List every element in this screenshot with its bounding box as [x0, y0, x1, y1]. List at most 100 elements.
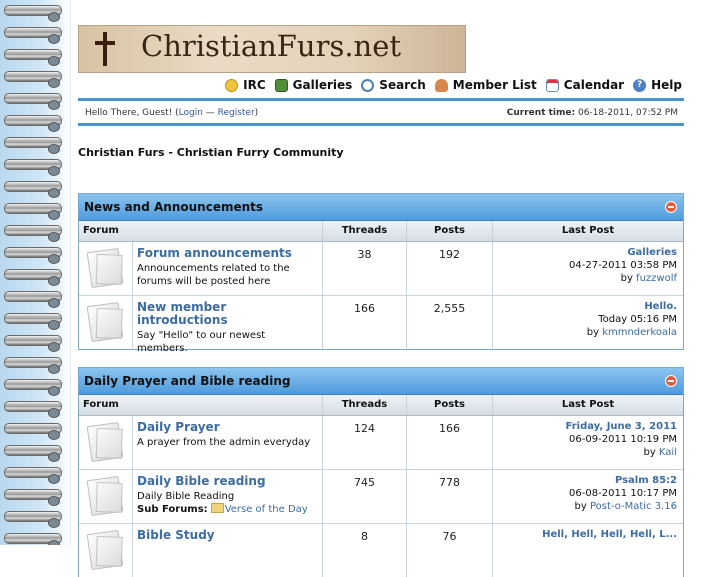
- nav-label: Help: [651, 78, 682, 92]
- last-post-title[interactable]: Hello.: [493, 300, 677, 313]
- greeting-text: Hello There, Guest! (: [85, 108, 179, 118]
- forum-icon-cell: [79, 416, 133, 469]
- subforums-label: Sub Forums:: [137, 504, 208, 515]
- nav-label: Member List: [452, 78, 537, 92]
- last-post-title[interactable]: Hell, Hell, Hell, Hell, L...: [493, 528, 677, 541]
- forum-icon-cell: [79, 296, 133, 349]
- forum-description: Say "Hello" to our newest members.: [137, 330, 266, 354]
- forum-info: Forum announcements Announcements relate…: [133, 242, 322, 295]
- nav-calendar[interactable]: Calendar: [545, 78, 625, 92]
- binding-ring: [4, 442, 62, 462]
- binding-ring: [4, 222, 62, 242]
- time-value: 06-18-2011, 07:52 PM: [575, 108, 678, 118]
- category-header[interactable]: Daily Prayer and Bible reading: [79, 368, 683, 395]
- forum-link[interactable]: Forum announcements: [137, 247, 318, 260]
- last-post-user[interactable]: Kail: [659, 447, 677, 458]
- binding-ring: [4, 354, 62, 374]
- community-title: Christian Furs - Christian Furry Communi…: [78, 146, 344, 159]
- last-post: Friday, June 3, 2011 06-09-2011 10:19 PM…: [492, 416, 683, 469]
- forum-info: New member introductions Say "Hello" to …: [133, 296, 322, 355]
- forum-row: Forum announcements Announcements relate…: [79, 242, 683, 296]
- nav-galleries[interactable]: Galleries: [274, 78, 353, 92]
- category-news-announcements: News and Announcements Forum Threads Pos…: [78, 193, 684, 355]
- forum-description: A prayer from the admin everyday: [137, 437, 311, 448]
- by-label: by: [620, 273, 637, 284]
- logo-text: ChristianFurs.net: [141, 29, 402, 63]
- forum-info: Daily Prayer A prayer from the admin eve…: [133, 416, 322, 469]
- post-count: 76: [406, 524, 492, 577]
- last-post-date: Today 05:16 PM: [598, 314, 677, 325]
- gallery-icon: [274, 78, 288, 92]
- binding-ring: [4, 46, 62, 66]
- by-label: by: [586, 327, 603, 338]
- col-forum: Forum: [83, 225, 119, 236]
- binding-ring: [4, 24, 62, 44]
- forum-row: Daily Prayer A prayer from the admin eve…: [79, 416, 683, 470]
- last-post-user[interactable]: kmmnderkoala: [602, 327, 677, 338]
- binding-ring: [4, 134, 62, 154]
- binding-ring: [4, 508, 62, 528]
- forum-info: Bible Study: [133, 524, 322, 577]
- forum-description: Announcements related to the forums will…: [137, 263, 290, 287]
- thread-count: 166: [322, 296, 406, 349]
- binding-ring: [4, 266, 62, 286]
- post-count: 166: [406, 416, 492, 469]
- nav-help[interactable]: ? Help: [633, 78, 682, 92]
- last-post-date: 06-09-2011 10:19 PM: [569, 434, 677, 445]
- forum-link[interactable]: New member introductions: [137, 301, 318, 327]
- top-navigation: IRC Galleries Search Member List Calenda…: [216, 77, 682, 93]
- nav-member-list[interactable]: Member List: [434, 78, 537, 92]
- forum-icon-cell: [79, 470, 133, 523]
- thread-count: 745: [322, 470, 406, 523]
- nav-irc[interactable]: IRC: [225, 78, 266, 92]
- forum-status-icon: [86, 529, 124, 571]
- user-welcome-bar: Hello There, Guest! (Login — Register) C…: [78, 98, 684, 126]
- guest-greeting: Hello There, Guest! (Login — Register): [85, 108, 258, 118]
- forum-link[interactable]: Daily Prayer: [137, 421, 318, 434]
- nav-search[interactable]: Search: [361, 78, 426, 92]
- last-post-user[interactable]: Post-o-Matic 3.16: [590, 501, 677, 512]
- category-header[interactable]: News and Announcements: [79, 194, 683, 221]
- forum-status-icon: [86, 421, 124, 463]
- last-post: Hell, Hell, Hell, Hell, L...: [492, 524, 683, 577]
- calendar-icon: [545, 78, 559, 92]
- last-post-title[interactable]: Friday, June 3, 2011: [493, 420, 677, 433]
- nav-label: Galleries: [292, 78, 353, 92]
- binding-ring: [4, 486, 62, 506]
- forum-icon-cell: [79, 524, 133, 577]
- subforum-link[interactable]: Verse of the Day: [225, 504, 308, 515]
- register-link[interactable]: Register: [218, 108, 255, 118]
- forum-icon-cell: [79, 242, 133, 295]
- column-headers: Forum Threads Posts Last Post: [79, 395, 683, 416]
- collapse-icon[interactable]: [665, 375, 677, 387]
- members-icon: [434, 78, 448, 92]
- separator: —: [202, 108, 218, 118]
- notebook-binding: [0, 0, 71, 545]
- category-title: Daily Prayer and Bible reading: [84, 374, 291, 388]
- last-post: Galleries 04-27-2011 03:58 PM by fuzzwol…: [492, 242, 683, 295]
- login-link[interactable]: Login: [179, 108, 203, 118]
- forum-link[interactable]: Daily Bible reading: [137, 475, 318, 488]
- binding-ring: [4, 332, 62, 352]
- binding-ring: [4, 420, 62, 440]
- binding-ring: [4, 464, 62, 484]
- binding-ring: [4, 398, 62, 418]
- collapse-icon[interactable]: [665, 201, 677, 213]
- col-posts: Posts: [406, 221, 492, 241]
- binding-ring: [4, 68, 62, 88]
- last-post-title[interactable]: Psalm 85:2: [493, 474, 677, 487]
- last-post: Psalm 85:2 06-08-2011 10:17 PM by Post-o…: [492, 470, 683, 523]
- last-post-date: 04-27-2011 03:58 PM: [569, 260, 677, 271]
- post-count: 778: [406, 470, 492, 523]
- last-post-title[interactable]: Galleries: [493, 246, 677, 259]
- col-threads: Threads: [322, 221, 406, 241]
- forum-link[interactable]: Bible Study: [137, 529, 318, 542]
- site-logo[interactable]: ChristianFurs.net: [78, 25, 466, 73]
- greeting-close: ): [254, 108, 259, 118]
- last-post-user[interactable]: fuzzwolf: [636, 273, 677, 284]
- by-label: by: [574, 501, 590, 512]
- nav-label: Calendar: [563, 78, 625, 92]
- binding-ring: [4, 200, 62, 220]
- binding-ring: [4, 310, 62, 330]
- thread-count: 38: [322, 242, 406, 295]
